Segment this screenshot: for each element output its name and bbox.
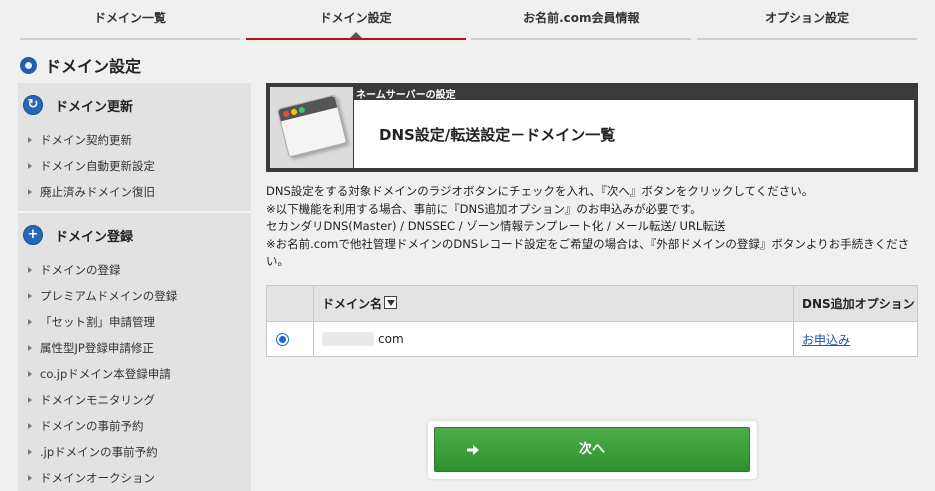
- red-dot-icon: [282, 110, 290, 118]
- instruction-line: ※以下機能を利用する場合、事前に『DNS追加オプション』のお申込みが必要です。: [266, 201, 702, 216]
- instructions: DNS設定をする対象ドメインのラジオボタンにチェックを入れ、『次へ』ボタンをクリ…: [266, 183, 920, 271]
- tab-member-info[interactable]: お名前.com会員情報: [471, 0, 692, 40]
- sidebar-item-label: ドメインの登録: [40, 263, 121, 277]
- sidebar-item-contract-renewal[interactable]: ドメイン契約更新: [18, 127, 251, 153]
- column-header-domain[interactable]: ドメイン名: [313, 285, 794, 322]
- sidebar-section-header-renewal: ↻ ドメイン更新: [18, 83, 251, 127]
- tab-domain-list[interactable]: ドメイン一覧: [20, 0, 240, 40]
- sidebar-item-label: ドメイン自動更新設定: [40, 159, 155, 173]
- sidebar-item-label: .jpドメインの事前予約: [40, 445, 158, 459]
- tab-label: ドメイン一覧: [93, 11, 166, 25]
- sidebar-item-domain-auction[interactable]: ドメインオークション: [18, 465, 251, 491]
- sidebar-item-pre-reservation[interactable]: ドメインの事前予約: [18, 413, 251, 439]
- column-header-label: ドメイン名: [322, 297, 383, 311]
- domain-table: ドメイン名 DNS追加オプション com お申込み: [266, 285, 918, 357]
- sidebar: ↻ ドメイン更新 ドメイン契約更新 ドメイン自動更新設定 廃止済みドメイン復旧 …: [18, 83, 251, 491]
- redacted-domain-name: [322, 332, 374, 347]
- sidebar-item-label: 廃止済みドメイン復旧: [40, 185, 155, 199]
- plus-icon: +: [23, 225, 43, 245]
- tab-option-settings[interactable]: オプション設定: [696, 0, 917, 40]
- page-title-text: ドメイン設定: [45, 57, 142, 76]
- sidebar-item-label: ドメインの事前予約: [40, 419, 144, 433]
- triangle-right-icon: [28, 319, 32, 325]
- tab-label: オプション設定: [764, 11, 849, 25]
- yellow-dot-icon: [290, 108, 298, 116]
- tab-underline: [471, 38, 692, 40]
- sidebar-item-domain-monitoring[interactable]: ドメインモニタリング: [18, 387, 251, 413]
- sidebar-item-label: 「セット割」申請管理: [40, 315, 155, 329]
- sidebar-item-label: co.jpドメイン本登録申請: [40, 367, 171, 381]
- sidebar-item-label: 属性型JP登録申請修正: [40, 341, 154, 355]
- instruction-line: DNS設定をする対象ドメインのラジオボタンにチェックを入れ、『次へ』ボタンをクリ…: [266, 184, 814, 198]
- tab-underline-active: [245, 38, 466, 40]
- browser-window-icon: [276, 94, 348, 158]
- triangle-right-icon: [28, 475, 32, 481]
- sidebar-item-label: ドメインモニタリング: [40, 393, 155, 407]
- sidebar-item-set-discount[interactable]: 「セット割」申請管理: [18, 309, 251, 335]
- sidebar-item-label: プレミアムドメインの登録: [40, 289, 178, 303]
- sidebar-item-label: ドメイン契約更新: [40, 133, 132, 147]
- section-header-panel: ネームサーバーの設定 DNS設定/転送設定－ドメイン一覧: [266, 83, 918, 172]
- sidebar-item-jp-pre-reservation[interactable]: .jpドメインの事前予約: [18, 439, 251, 465]
- tab-underline: [20, 38, 240, 40]
- next-button-label: 次へ: [578, 442, 605, 457]
- triangle-right-icon: [28, 397, 32, 403]
- instruction-line: セカンダリDNS(Master) / DNSSEC / ゾーン情報テンプレート化…: [266, 219, 726, 233]
- section-heading: DNS設定/転送設定－ドメイン一覧: [379, 126, 616, 144]
- select-cell: [266, 321, 314, 357]
- next-button-frame: 次へ: [428, 421, 757, 479]
- column-header-dns-option: DNS追加オプション: [793, 285, 918, 322]
- tab-label: ドメイン設定: [319, 11, 392, 25]
- ring-bullet-icon: [20, 56, 37, 74]
- green-dot-icon: [298, 106, 306, 114]
- sidebar-item-auto-renewal[interactable]: ドメイン自動更新設定: [18, 153, 251, 179]
- page-title: ドメイン設定: [20, 53, 141, 77]
- triangle-right-icon: [28, 267, 32, 273]
- arrow-right-icon: [467, 445, 479, 455]
- sidebar-item-register-domain[interactable]: ドメインの登録: [18, 257, 251, 283]
- table-header-row: ドメイン名 DNS追加オプション: [266, 285, 918, 322]
- triangle-right-icon: [28, 137, 32, 143]
- top-nav: ドメイン一覧 ドメイン設定 お名前.com会員情報 オプション設定: [20, 0, 917, 40]
- tab-underline: [696, 38, 917, 40]
- table-row: com お申込み: [266, 321, 918, 357]
- instruction-line: ※お名前.comで他社管理ドメインのDNSレコード設定をご希望の場合は、『外部ド…: [266, 236, 910, 269]
- refresh-icon: ↻: [23, 95, 43, 115]
- domain-name: com: [378, 331, 404, 346]
- triangle-right-icon: [28, 423, 32, 429]
- sidebar-item-restore-domain[interactable]: 廃止済みドメイン復旧: [18, 179, 251, 205]
- caret-up-icon: [349, 32, 362, 38]
- triangle-right-icon: [28, 163, 32, 169]
- domain-radio-button[interactable]: [276, 332, 289, 346]
- tab-label: お名前.com会員情報: [523, 11, 640, 25]
- next-button[interactable]: 次へ: [434, 427, 750, 472]
- sidebar-item-jp-attribute[interactable]: 属性型JP登録申請修正: [18, 335, 251, 361]
- column-header-select: [266, 285, 314, 322]
- sort-down-icon[interactable]: [384, 296, 398, 309]
- sidebar-section-header-registration: + ドメイン登録: [18, 213, 251, 257]
- triangle-right-icon: [28, 371, 32, 377]
- triangle-right-icon: [28, 345, 32, 351]
- sidebar-item-premium-domain[interactable]: プレミアムドメインの登録: [18, 283, 251, 309]
- option-cell: お申込み: [793, 321, 918, 357]
- sidebar-item-label: ドメインオークション: [40, 471, 155, 485]
- section-subtitle: ネームサーバーの設定: [356, 90, 456, 101]
- tab-domain-settings[interactable]: ドメイン設定: [245, 0, 466, 40]
- domain-cell: com: [313, 321, 794, 357]
- sidebar-section-title: ドメイン登録: [55, 229, 134, 245]
- section-thumbnail: [270, 87, 353, 168]
- sidebar-section-title: ドメイン更新: [55, 99, 134, 115]
- sidebar-item-cojp-registration[interactable]: co.jpドメイン本登録申請: [18, 361, 251, 387]
- triangle-right-icon: [28, 293, 32, 299]
- section-heading-box: DNS設定/転送設定－ドメイン一覧: [354, 100, 914, 168]
- triangle-right-icon: [28, 449, 32, 455]
- apply-option-link[interactable]: お申込み: [802, 333, 850, 347]
- triangle-right-icon: [28, 189, 32, 195]
